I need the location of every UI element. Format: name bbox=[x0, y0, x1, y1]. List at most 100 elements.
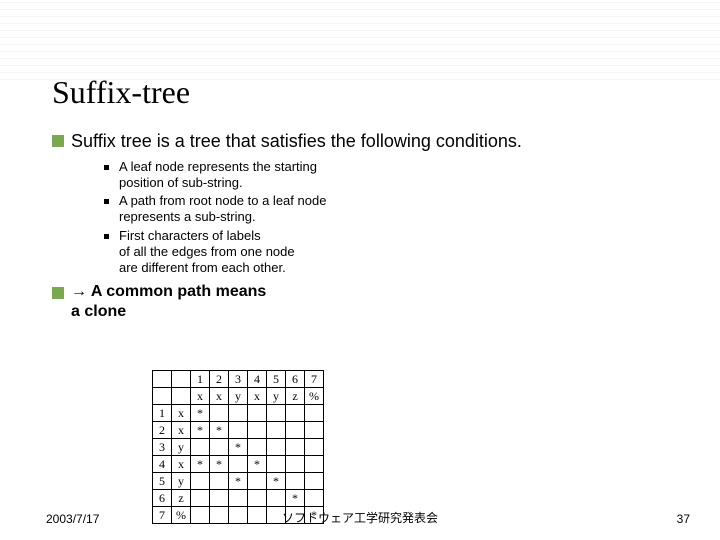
row-header: 2 bbox=[153, 422, 172, 439]
table-row: 4x*** bbox=[153, 456, 324, 473]
sub-bullet-text: First characters of labels of all the ed… bbox=[119, 228, 295, 277]
row-subheader: x bbox=[172, 405, 191, 422]
row-header: 4 bbox=[153, 456, 172, 473]
sub-bullet-text: A leaf node represents the starting posi… bbox=[119, 159, 317, 192]
dot-bullet-icon bbox=[104, 234, 109, 239]
footer-date: 2003/7/17 bbox=[46, 512, 99, 526]
sub-header: x bbox=[191, 388, 210, 405]
sub-bullet: A path from root node to a leaf node rep… bbox=[104, 193, 680, 226]
table-cell bbox=[267, 439, 286, 456]
row-subheader: y bbox=[172, 439, 191, 456]
table-cell bbox=[286, 473, 305, 490]
table-cell bbox=[229, 405, 248, 422]
table-header-row: 1 2 3 4 5 6 7 bbox=[153, 371, 324, 388]
table-cell bbox=[191, 490, 210, 507]
slide-title: Suffix-tree bbox=[52, 74, 190, 111]
sub-bullets: A leaf node represents the starting posi… bbox=[104, 159, 680, 277]
row-subheader: x bbox=[172, 422, 191, 439]
table-row: 5y** bbox=[153, 473, 324, 490]
table-cell bbox=[210, 507, 229, 524]
dot-bullet-icon bbox=[104, 165, 109, 170]
corner-cell bbox=[153, 371, 172, 388]
square-bullet-icon bbox=[52, 135, 64, 147]
table-cell bbox=[305, 422, 324, 439]
bullet-conclusion: → A common path means a clone bbox=[52, 282, 680, 322]
row-header: 5 bbox=[153, 473, 172, 490]
table-cell bbox=[267, 422, 286, 439]
sub-header: y bbox=[229, 388, 248, 405]
table-row: 1x* bbox=[153, 405, 324, 422]
sub-header: x bbox=[248, 388, 267, 405]
conclusion-text: → A common path means a clone bbox=[71, 282, 266, 322]
table-cell bbox=[248, 473, 267, 490]
table-cell: * bbox=[210, 456, 229, 473]
table-cell bbox=[286, 422, 305, 439]
table-cell bbox=[229, 456, 248, 473]
row-header: 6 bbox=[153, 490, 172, 507]
table-cell: * bbox=[210, 422, 229, 439]
sub-bullet: First characters of labels of all the ed… bbox=[104, 228, 680, 277]
row-subheader: z bbox=[172, 490, 191, 507]
table-cell bbox=[267, 456, 286, 473]
table-cell bbox=[286, 456, 305, 473]
table-cell bbox=[229, 422, 248, 439]
corner-cell bbox=[172, 371, 191, 388]
footer-center: ソフトウェア工学研究発表会 bbox=[282, 509, 438, 526]
row-subheader: % bbox=[172, 507, 191, 524]
table-row: 6z* bbox=[153, 490, 324, 507]
col-header: 2 bbox=[210, 371, 229, 388]
sub-bullet-text: A path from root node to a leaf node rep… bbox=[119, 193, 326, 226]
row-header: 7 bbox=[153, 507, 172, 524]
table-cell bbox=[248, 422, 267, 439]
table-cell bbox=[210, 473, 229, 490]
table-cell bbox=[305, 490, 324, 507]
col-header: 5 bbox=[267, 371, 286, 388]
col-header: 1 bbox=[191, 371, 210, 388]
table-cell: * bbox=[191, 422, 210, 439]
table-cell bbox=[305, 456, 324, 473]
sub-header: z bbox=[286, 388, 305, 405]
col-header: 4 bbox=[248, 371, 267, 388]
row-header: 3 bbox=[153, 439, 172, 456]
suffix-table: 1 2 3 4 5 6 7 x x y x y z % 1x*2x**3y*4x… bbox=[152, 370, 324, 524]
table-cell bbox=[229, 490, 248, 507]
table-cell bbox=[305, 473, 324, 490]
table-cell bbox=[229, 507, 248, 524]
table-cell bbox=[210, 405, 229, 422]
table-cell bbox=[248, 405, 267, 422]
square-bullet-icon bbox=[52, 287, 64, 299]
table-subheader-row: x x y x y z % bbox=[153, 388, 324, 405]
sub-header: y bbox=[267, 388, 286, 405]
sub-header: x bbox=[210, 388, 229, 405]
table-cell bbox=[191, 439, 210, 456]
table-cell bbox=[305, 439, 324, 456]
table-row: 3y* bbox=[153, 439, 324, 456]
corner-cell bbox=[172, 388, 191, 405]
footer-page: 37 bbox=[677, 512, 690, 526]
bullet-text: Suffix tree is a tree that satisfies the… bbox=[71, 130, 522, 153]
col-header: 3 bbox=[229, 371, 248, 388]
row-subheader: y bbox=[172, 473, 191, 490]
table-cell bbox=[191, 507, 210, 524]
table-cell bbox=[267, 490, 286, 507]
table-cell: * bbox=[191, 456, 210, 473]
slide-body: Suffix tree is a tree that satisfies the… bbox=[52, 130, 680, 328]
table-cell: * bbox=[191, 405, 210, 422]
col-header: 6 bbox=[286, 371, 305, 388]
bullet-main: Suffix tree is a tree that satisfies the… bbox=[52, 130, 680, 153]
table-cell bbox=[305, 405, 324, 422]
table-cell bbox=[286, 405, 305, 422]
corner-cell bbox=[153, 388, 172, 405]
col-header: 7 bbox=[305, 371, 324, 388]
sub-bullet: A leaf node represents the starting posi… bbox=[104, 159, 680, 192]
slide-texture bbox=[0, 0, 720, 80]
table-cell bbox=[286, 439, 305, 456]
row-subheader: x bbox=[172, 456, 191, 473]
table-cell bbox=[210, 490, 229, 507]
table-cell bbox=[248, 490, 267, 507]
row-header: 1 bbox=[153, 405, 172, 422]
table-row: 2x** bbox=[153, 422, 324, 439]
table-cell: * bbox=[248, 456, 267, 473]
sub-header: % bbox=[305, 388, 324, 405]
table-body: 1x*2x**3y*4x***5y**6z*7%* bbox=[153, 405, 324, 524]
